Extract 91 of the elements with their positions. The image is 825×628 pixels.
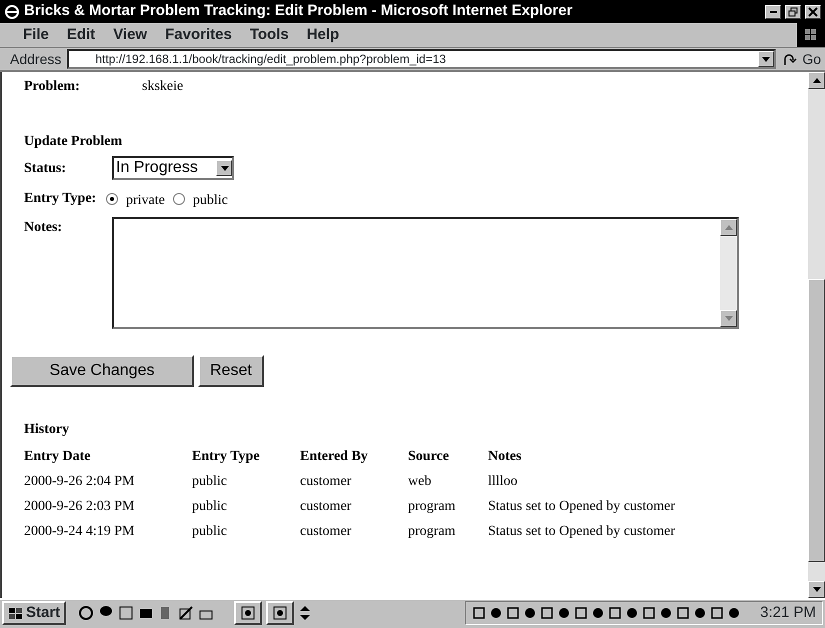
problem-value: skskeie [142,78,184,96]
table-cell-text: program [408,523,456,541]
radio-label[interactable]: public [192,190,228,211]
start-button[interactable]: Start [2,601,66,625]
taskbar-window-button[interactable] [234,601,262,625]
dropdown-button[interactable] [758,51,774,67]
window-icon [272,605,288,621]
quick-launch-icon[interactable] [178,605,194,621]
table-cell-text: public [192,473,228,491]
tray-icon[interactable] [642,606,656,620]
minimize-icon [770,10,776,12]
column-header: Entry Date [24,444,192,469]
down-arrow-icon [724,314,734,323]
spin-arrows-icon[interactable] [298,605,312,621]
tray-icon[interactable] [557,606,572,620]
menu-item[interactable]: Edit [58,24,104,46]
table-cell: web [408,469,488,494]
notes-field[interactable] [112,217,739,329]
reset-button[interactable]: Reset [198,355,264,387]
tray-icon[interactable] [472,606,486,620]
menu-item[interactable]: Favorites [156,24,241,46]
column-header: Source [408,444,488,469]
field-label: Entry Type: [24,190,98,208]
address-field[interactable]: http://192.168.1.1/book/tracking/edit_problem.php?problem_id=13 [67,49,776,69]
scroll-up-button[interactable] [808,72,825,89]
scroll-down-button[interactable] [720,310,737,327]
menu-item[interactable]: File [14,24,58,46]
table-cell-text: public [192,498,228,516]
close-icon [808,6,818,16]
up-arrow-icon [812,76,822,85]
menu-item[interactable]: Tools [240,24,298,46]
minimize-button[interactable] [765,4,781,18]
table-cell-text: Status set to Opened by customer [488,498,676,516]
field-label: Status: [24,160,68,178]
down-arrow-icon [812,585,822,594]
scroll-thumb[interactable] [808,279,825,562]
section-heading: Update Problem [24,133,124,151]
table-cell: 2000-9-26 2:03 PM [24,494,192,519]
tray-icon[interactable] [727,606,742,620]
tray-icon[interactable] [591,606,606,620]
window-icon [240,605,256,621]
tray-icon[interactable] [608,606,622,620]
address-label: Address [10,50,62,68]
field-label: Problem: [24,78,81,96]
tray-icon[interactable] [489,606,504,620]
table-cell: 2000-9-24 4:19 PM [24,519,192,544]
scrollbar[interactable] [808,72,825,598]
quick-launch-icon[interactable] [118,605,134,621]
window-title: Bricks & Mortar Problem Tracking: Edit Problem - Microsoft Internet Explorer [24,1,574,22]
radio-button[interactable] [172,192,185,204]
column-header: Notes [488,448,522,466]
close-button[interactable] [805,4,821,18]
tray-icon[interactable] [574,606,588,620]
restore-icon [788,6,798,16]
table-cell: customer [300,519,408,544]
table-cell: 2000-9-26 2:04 PM [24,469,192,494]
menu-item[interactable]: View [104,24,156,46]
menu-item[interactable]: Help [298,24,348,46]
save-changes-button[interactable]: Save Changes [10,355,194,387]
table-cell-text: Status set to Opened by customer [488,523,676,541]
windows-flag-icon [8,606,23,620]
quick-launch-icon[interactable] [78,605,94,621]
tray-icon[interactable] [506,606,520,620]
caret-icon [761,54,772,64]
restore-button[interactable] [785,4,801,18]
scroll-up-button[interactable] [720,219,737,236]
tray-icon[interactable] [659,606,674,620]
tray-icon[interactable] [710,606,724,620]
scroll-down-button[interactable] [808,581,825,598]
tray-icon[interactable] [540,606,554,620]
tray-icon[interactable] [523,606,538,620]
radio-button[interactable] [106,192,118,204]
section-heading: History [24,421,70,439]
table-cell-text: program [408,498,456,516]
up-arrow-icon [724,223,734,232]
clock: 3:21 PM [760,602,816,623]
table-cell-text: lllloo [488,473,519,491]
table-cell: customer [300,494,408,519]
tray-icon[interactable] [693,606,708,620]
tray-icon[interactable] [676,606,690,620]
column-header: Entered By [300,448,369,466]
radio-label[interactable]: private [126,190,165,211]
table-cell-text: public [192,523,228,541]
tray-icon[interactable] [625,606,640,620]
taskbar-window-button[interactable] [266,601,294,625]
status-select[interactable]: In Progress [112,156,234,180]
column-header: Entry Type [192,444,300,469]
table-cell: customer [300,469,408,494]
field-label: Notes: [24,219,64,237]
go-button[interactable]: Go [782,48,825,70]
caret-icon [220,164,230,172]
